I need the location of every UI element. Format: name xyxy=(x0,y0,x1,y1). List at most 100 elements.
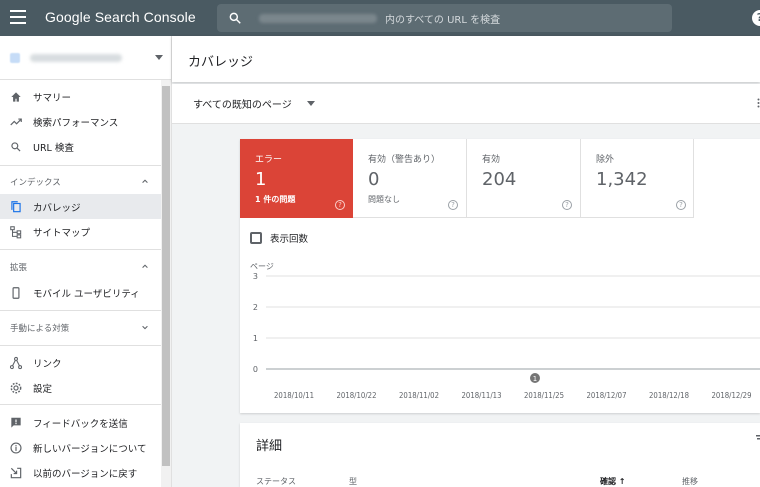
url-inspection-search[interactable]: 内のすべての URL を検査 xyxy=(217,4,672,32)
sidebar-item-mobile-usability[interactable]: モバイル ユーザビリティ xyxy=(0,280,162,305)
tile-value: 1,342 xyxy=(596,169,648,190)
property-favicon-icon xyxy=(10,53,20,63)
page-header: カバレッジ xyxy=(172,36,760,82)
sidebar-item-old-version[interactable]: 以前のバージョンに戻す xyxy=(0,460,162,485)
x-tick-label: 2018/11/02 xyxy=(399,391,439,400)
coverage-chart: ページ 3 2 1 0 1 2018/10/11 2018/10/22 2018/11/02 2… xyxy=(240,257,760,407)
filter-bar: すべての既知のページ xyxy=(172,84,760,124)
trending-up-icon xyxy=(10,118,22,125)
detail-card: 詳細 ステータス 型 確認 ↑ 推移 xyxy=(240,423,760,487)
home-icon xyxy=(11,91,21,102)
sidebar-item-links[interactable]: リンク xyxy=(0,350,162,375)
sort-up-icon: ↑ xyxy=(618,477,626,486)
chevron-down-icon xyxy=(142,325,148,330)
smartphone-icon xyxy=(12,286,20,299)
tile-label: 除外 xyxy=(596,155,615,165)
help-icon[interactable]: ? xyxy=(752,10,760,26)
tile-valid-with-warnings[interactable]: 有効（警告あり） 0 問題なし ? xyxy=(353,139,467,218)
sidebar-item-label: 検索パフォーマンス xyxy=(33,117,119,129)
redacted-property-url xyxy=(30,54,122,62)
section-label: 手動による対策 xyxy=(10,324,70,334)
divider xyxy=(0,310,162,311)
x-tick-label: 2018/11/13 xyxy=(462,391,502,400)
sidebar-item-feedback[interactable]: フィードバックを送信 xyxy=(0,410,162,435)
divider xyxy=(0,165,162,166)
tile-excluded[interactable]: 除外 1,342 ? xyxy=(581,139,694,218)
caret-down-icon xyxy=(155,55,163,60)
sidebar-item-label: サマリー xyxy=(33,92,72,104)
column-validation[interactable]: 確認 ↑ xyxy=(600,476,626,487)
tile-value: 0 xyxy=(368,169,380,190)
column-trend[interactable]: 推移 xyxy=(682,476,698,487)
sidebar-item-label: リンク xyxy=(33,358,62,370)
divider xyxy=(0,249,162,250)
section-index[interactable]: インデックス xyxy=(0,171,162,193)
gear-icon xyxy=(10,382,22,393)
x-tick-label: 2018/12/07 xyxy=(587,391,627,400)
sidebar-item-coverage[interactable]: カバレッジ xyxy=(0,194,162,219)
section-label: インデックス xyxy=(10,178,61,188)
tile-value: 1 xyxy=(255,169,267,190)
app-logo[interactable]: Google Search Console xyxy=(45,9,196,25)
help-icon[interactable]: ? xyxy=(676,200,686,210)
tile-label: 有効 xyxy=(482,155,501,165)
sidebar-item-performance[interactable]: 検索パフォーマンス xyxy=(0,109,162,134)
redacted-property-name xyxy=(259,14,377,23)
sidebar-item-whats-new[interactable]: 新しいバージョンについて xyxy=(0,435,162,460)
impressions-toggle[interactable]: 表示回数 xyxy=(250,231,308,245)
search-icon xyxy=(11,141,21,151)
caret-down-icon[interactable] xyxy=(307,101,315,106)
detail-title: 詳細 xyxy=(256,439,283,454)
help-icon[interactable]: ? xyxy=(335,200,345,210)
coverage-summary-card: エラー 1 1 件の問題 ? 有効（警告あり） 0 問題なし ? 有効 204 … xyxy=(240,139,760,413)
section-label: 拡張 xyxy=(10,263,28,273)
divider xyxy=(0,404,162,405)
menu-icon[interactable] xyxy=(10,10,26,24)
y-tick-label: 1 xyxy=(253,334,258,343)
filter-icon[interactable] xyxy=(756,435,760,443)
section-enhancements[interactable]: 拡張 xyxy=(0,256,162,278)
sitemap-icon xyxy=(10,225,22,238)
y-tick-label: 2 xyxy=(253,303,258,312)
tile-label: エラー xyxy=(255,155,283,165)
sidebar-item-label: モバイル ユーザビリティ xyxy=(33,288,140,300)
feedback-icon xyxy=(11,417,21,428)
tile-error[interactable]: エラー 1 1 件の問題 ? xyxy=(240,139,353,218)
column-status[interactable]: ステータス xyxy=(256,476,296,487)
search-input[interactable]: 内のすべての URL を検査 xyxy=(385,11,500,26)
y-tick-label: 3 xyxy=(253,272,258,281)
sidebar-scrollbar-thumb[interactable] xyxy=(162,86,170,466)
sidebar-item-label: カバレッジ xyxy=(33,202,81,214)
page-filter-dropdown[interactable]: すべての既知のページ xyxy=(193,96,292,111)
sidebar-item-summary[interactable]: サマリー xyxy=(0,84,162,109)
x-tick-label: 2018/11/25 xyxy=(524,391,564,400)
impressions-checkbox[interactable] xyxy=(250,232,262,244)
help-icon[interactable]: ? xyxy=(562,200,572,210)
sidebar-item-label: フィードバックを送信 xyxy=(33,418,128,430)
column-type[interactable]: 型 xyxy=(349,476,357,487)
sidebar-item-label: サイトマップ xyxy=(33,227,91,239)
sidebar-item-label: URL 検査 xyxy=(33,142,74,154)
chart-svg: 3 2 1 0 1 2018/10/11 2018/10/22 2018/11/02 2018/… xyxy=(253,272,760,400)
x-tick-label: 2018/12/29 xyxy=(712,391,752,400)
help-icon[interactable]: ? xyxy=(448,200,458,210)
property-selector[interactable] xyxy=(0,36,172,80)
info-icon xyxy=(10,441,22,454)
tile-valid[interactable]: 有効 204 ? xyxy=(467,139,581,218)
sidebar-item-url-inspection[interactable]: URL 検査 xyxy=(0,134,162,159)
annotation-label: 1 xyxy=(533,375,537,383)
sidebar-item-sitemaps[interactable]: サイトマップ xyxy=(0,219,162,244)
search-icon xyxy=(229,12,241,24)
file-copy-icon xyxy=(11,200,21,212)
tile-value: 204 xyxy=(482,169,517,190)
column-validation-label: 確認 xyxy=(600,477,616,486)
x-tick-label: 2018/12/18 xyxy=(649,391,689,400)
tile-sub: 問題なし xyxy=(368,195,400,204)
chevron-up-icon xyxy=(142,179,148,183)
checkbox-label: 表示回数 xyxy=(270,234,309,245)
divider xyxy=(0,345,162,346)
section-manual-actions[interactable]: 手動による対策 xyxy=(0,317,162,339)
sidebar-item-label: 以前のバージョンに戻す xyxy=(33,468,138,480)
sidebar-item-settings[interactable]: 設定 xyxy=(0,375,162,400)
links-icon xyxy=(9,356,23,369)
